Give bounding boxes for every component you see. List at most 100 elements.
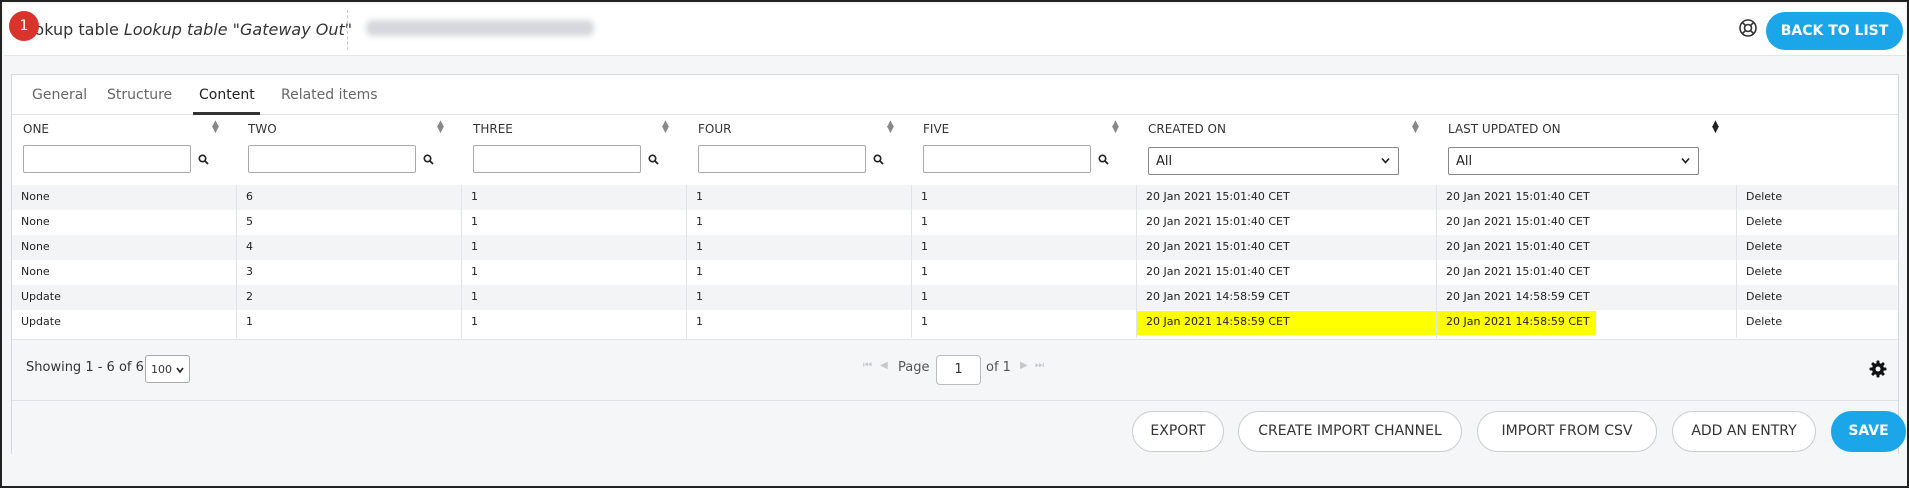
cell-last-updated-on: 20 Jan 2021 15:01:40 CET — [1446, 190, 1590, 203]
page-label: Page — [898, 360, 930, 375]
cell-one: None — [21, 240, 50, 253]
lifebuoy-icon[interactable] — [1737, 17, 1759, 39]
cell-three: 1 — [471, 240, 478, 253]
tab-general[interactable]: General — [32, 87, 87, 103]
search-icon[interactable] — [423, 154, 434, 165]
page-of-label: of 1 — [986, 360, 1011, 375]
cell-five: 1 — [921, 240, 928, 253]
filter-input-one[interactable] — [23, 145, 191, 173]
table-footer: Showing 1 - 6 of 6 100 ⏮ ◀ Page 1 of 1 ▶… — [12, 339, 1906, 455]
page-title: Lookup table Lookup table "Gateway Out" — [16, 20, 352, 39]
add-entry-button[interactable]: ADD AN ENTRY — [1672, 411, 1816, 452]
search-icon[interactable] — [648, 154, 659, 165]
delete-link[interactable]: Delete — [1746, 215, 1782, 228]
redacted-text — [366, 20, 594, 36]
delete-link[interactable]: Delete — [1746, 190, 1782, 203]
cell-four: 1 — [696, 290, 703, 303]
table-row: None 5 1 1 1 20 Jan 2021 15:01:40 CET 20 Jan 2… — [12, 210, 1898, 235]
column-header-one[interactable]: ONE — [23, 122, 49, 136]
column-header-four[interactable]: FOUR — [698, 122, 731, 136]
tab-content[interactable]: Content — [199, 87, 255, 103]
cell-three: 1 — [471, 190, 478, 203]
cell-last-updated-on: 20 Jan 2021 14:58:59 CET — [1446, 290, 1590, 303]
cell-created-on: 20 Jan 2021 15:01:40 CET — [1146, 215, 1290, 228]
sort-icon[interactable]: ▲ ▼ — [1112, 120, 1119, 135]
select-value: All — [1156, 154, 1173, 169]
step-badge: 1 — [9, 11, 39, 41]
filter-select-last-updated-on[interactable]: All — [1448, 147, 1699, 175]
column-header-three[interactable]: THREE — [473, 122, 513, 136]
active-tab-indicator — [193, 112, 260, 115]
cell-three: 1 — [471, 315, 478, 328]
chevron-down-icon — [176, 367, 184, 374]
cell-one: None — [21, 190, 50, 203]
chevron-down-icon — [1681, 157, 1690, 164]
sort-icon[interactable]: ▲ ▼ — [887, 120, 894, 135]
table-row: Update 2 1 1 1 20 Jan 2021 14:58:59 CET 20 Jan… — [12, 285, 1898, 310]
cell-four: 1 — [696, 265, 703, 278]
search-icon[interactable] — [198, 154, 209, 165]
back-to-list-button[interactable]: BACK TO LIST — [1766, 12, 1903, 50]
filter-select-created-on[interactable]: All — [1148, 147, 1399, 175]
cell-created-on: 20 Jan 2021 15:01:40 CET — [1146, 265, 1290, 278]
cell-five: 1 — [921, 290, 928, 303]
gear-icon[interactable] — [1869, 360, 1887, 378]
next-page-icon[interactable]: ▶ — [1020, 360, 1028, 371]
page-number-input[interactable]: 1 — [936, 355, 981, 385]
page-size-select[interactable]: 100 — [145, 355, 190, 383]
column-divider — [1436, 185, 1437, 338]
table-row: None 4 1 1 1 20 Jan 2021 15:01:40 CET 20 Jan 2… — [12, 235, 1898, 260]
delete-link[interactable]: Delete — [1746, 315, 1782, 328]
search-icon[interactable] — [1098, 154, 1109, 165]
cell-created-on: 20 Jan 2021 15:01:40 CET — [1146, 240, 1290, 253]
table-row: None 6 1 1 1 20 Jan 2021 15:01:40 CET 20 Jan 2… — [12, 185, 1898, 210]
save-button[interactable]: SAVE — [1831, 411, 1906, 452]
cell-two: 4 — [246, 240, 253, 253]
sort-icon[interactable]: ▲ ▼ — [437, 120, 444, 135]
column-divider — [686, 185, 687, 338]
cell-two: 1 — [246, 315, 253, 328]
delete-link[interactable]: Delete — [1746, 290, 1782, 303]
sort-icon[interactable]: ▲ ▼ — [212, 120, 219, 135]
column-divider — [236, 185, 237, 338]
delete-link[interactable]: Delete — [1746, 265, 1782, 278]
sort-desc-icon[interactable]: ▲ ▼ — [1712, 120, 1719, 135]
tab-related-items[interactable]: Related items — [281, 87, 378, 103]
filter-input-three[interactable] — [473, 145, 641, 173]
filter-input-two[interactable] — [248, 145, 416, 173]
cell-two: 3 — [246, 265, 253, 278]
cell-five: 1 — [921, 315, 928, 328]
column-header-two[interactable]: TWO — [248, 122, 277, 136]
column-header-created-on[interactable]: CREATED ON — [1148, 122, 1226, 136]
filter-input-five[interactable] — [923, 145, 1091, 173]
sort-icon[interactable]: ▲ ▼ — [1412, 120, 1419, 135]
cell-last-updated-on: 20 Jan 2021 15:01:40 CET — [1446, 265, 1590, 278]
app-frame: Lookup table Lookup table "Gateway Out" 1… — [0, 0, 1909, 488]
create-import-channel-button[interactable]: CREATE IMPORT CHANNEL — [1238, 411, 1462, 452]
header-divider — [347, 10, 348, 50]
cell-four: 1 — [696, 315, 703, 328]
content-panel: General Structure Content Related items … — [11, 74, 1906, 455]
cell-two: 6 — [246, 190, 253, 203]
sort-icon[interactable]: ▲ ▼ — [662, 120, 669, 135]
delete-link[interactable]: Delete — [1746, 240, 1782, 253]
column-divider — [1736, 185, 1737, 338]
column-header-last-updated-on[interactable]: LAST UPDATED ON — [1448, 122, 1561, 136]
cell-five: 1 — [921, 265, 928, 278]
tab-structure[interactable]: Structure — [107, 87, 172, 103]
cell-four: 1 — [696, 215, 703, 228]
last-page-icon[interactable]: ⏭ — [1035, 360, 1044, 371]
import-from-csv-button[interactable]: IMPORT FROM CSV — [1477, 411, 1657, 452]
cell-three: 1 — [471, 265, 478, 278]
cell-created-on: 20 Jan 2021 14:58:59 CET — [1146, 315, 1290, 328]
column-header-five[interactable]: FIVE — [923, 122, 949, 136]
search-icon[interactable] — [873, 154, 884, 165]
chevron-down-icon — [1381, 157, 1390, 164]
first-page-icon[interactable]: ⏮ — [863, 360, 872, 371]
cell-created-on: 20 Jan 2021 15:01:40 CET — [1146, 190, 1290, 203]
prev-page-icon[interactable]: ◀ — [880, 360, 888, 371]
filter-input-four[interactable] — [698, 145, 866, 173]
select-value: All — [1456, 154, 1473, 169]
export-button[interactable]: EXPORT — [1132, 411, 1224, 452]
cell-two: 5 — [246, 215, 253, 228]
